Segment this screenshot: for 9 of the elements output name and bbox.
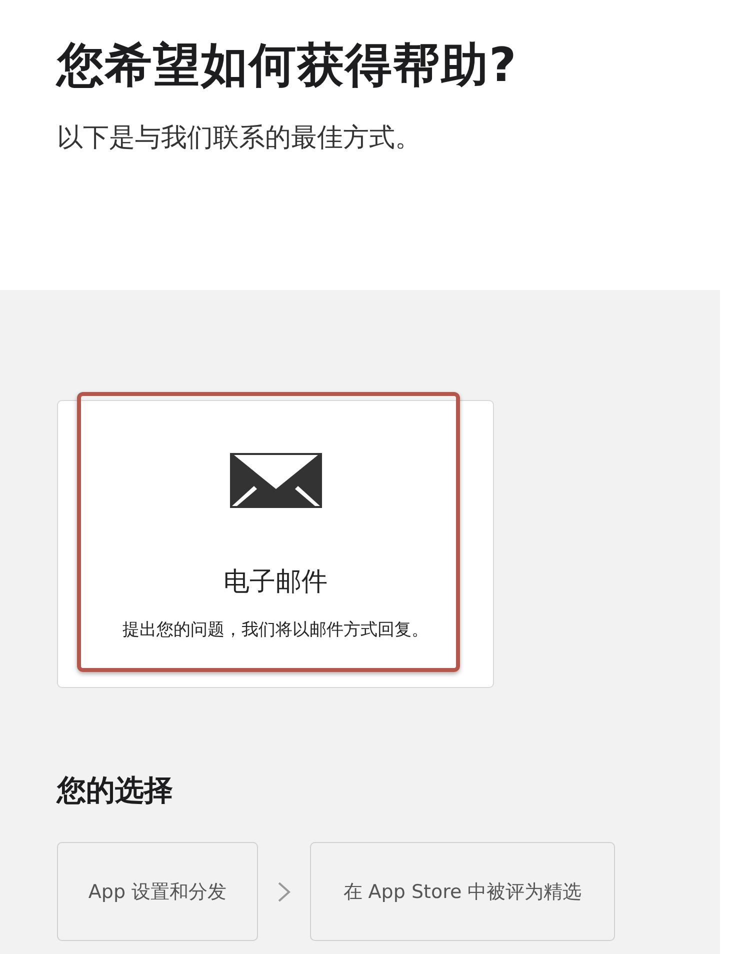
section-heading: 您的选择 (57, 772, 174, 809)
breadcrumb-step[interactable]: App 设置和分发 (57, 842, 258, 941)
page-subtitle: 以下是与我们联系的最佳方式。 (57, 122, 422, 155)
chevron-icon (277, 880, 291, 902)
breadcrumb-step[interactable]: 在 App Store 中被评为精选 (310, 842, 615, 941)
page-title: 您希望如何获得帮助? (57, 37, 518, 95)
envelope-icon (230, 453, 322, 508)
card-description: 提出您的问题，我们将以邮件方式回复。 (122, 619, 428, 642)
card-title: 电子邮件 (224, 566, 328, 598)
